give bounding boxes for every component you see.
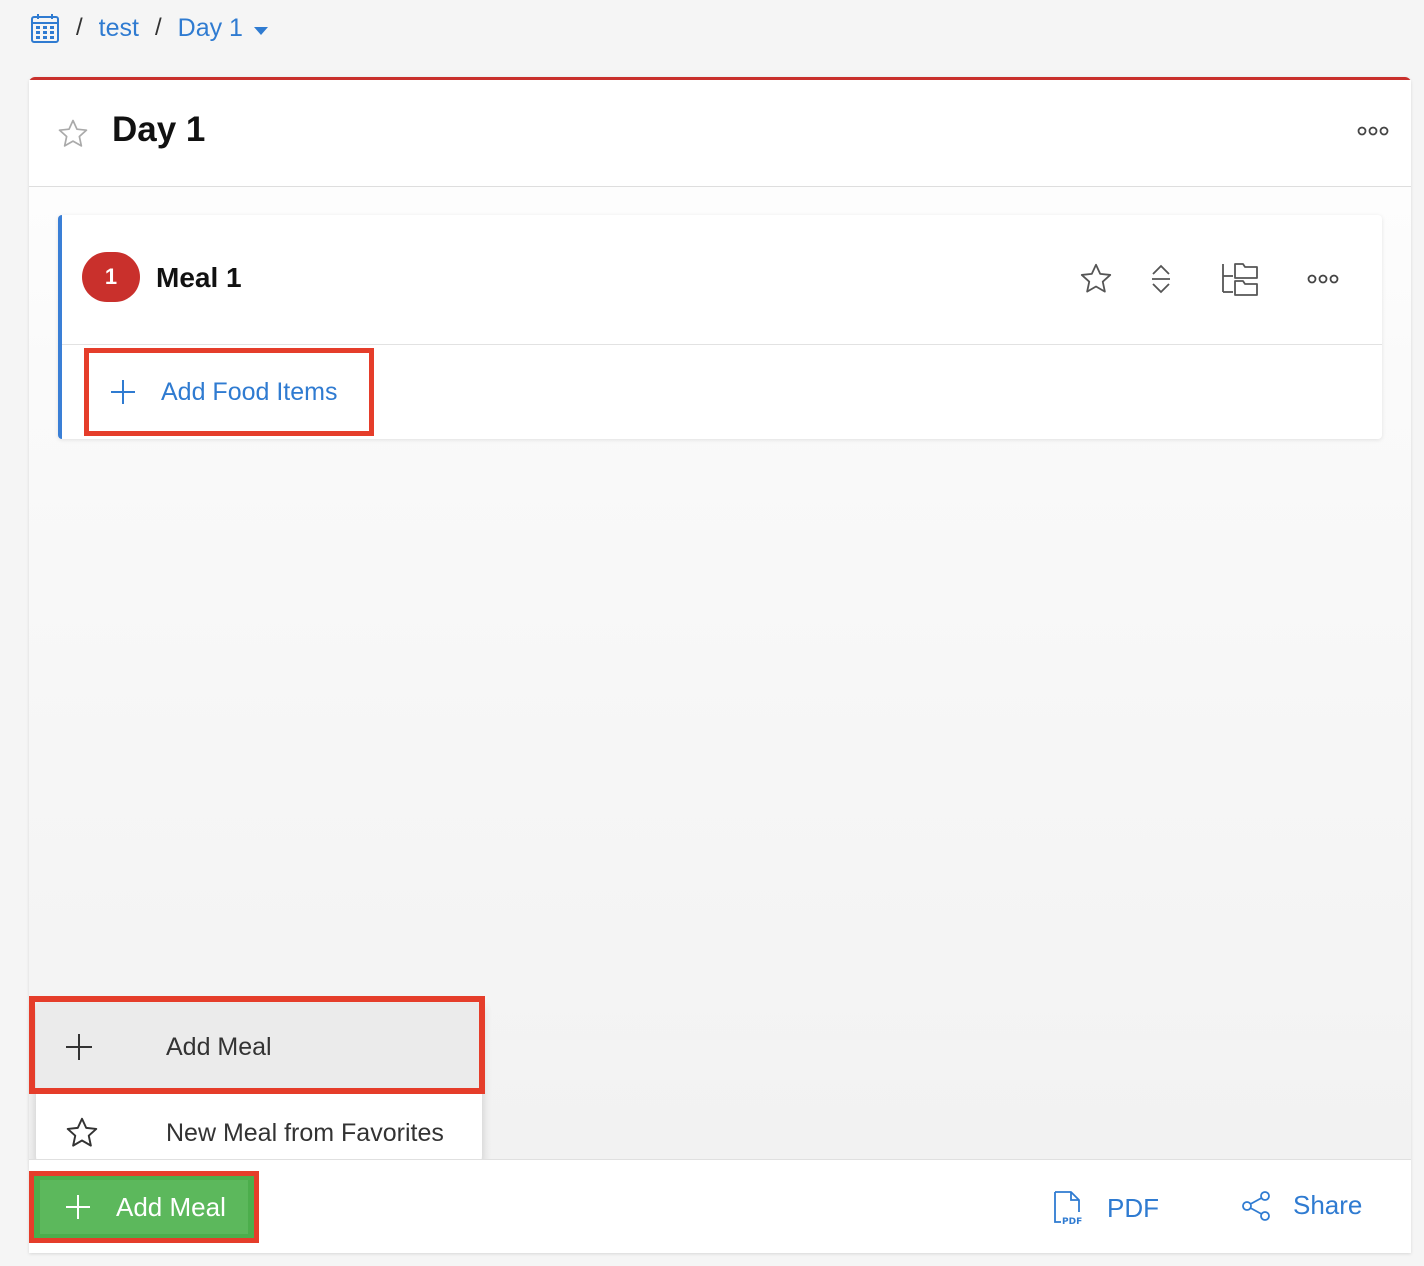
add-meal-button-fill: Add Meal bbox=[40, 1180, 248, 1234]
meal-header: 1 Meal 1 bbox=[62, 215, 1382, 345]
pdf-button[interactable]: PDF PDF bbox=[1051, 1190, 1159, 1226]
add-meal-menu: Add Meal New Meal from Favorites bbox=[36, 1004, 482, 1174]
share-icon bbox=[1241, 1190, 1271, 1221]
menu-item-add-meal[interactable]: Add Meal bbox=[36, 1004, 482, 1090]
add-food-items-button[interactable]: Add Food Items bbox=[84, 348, 374, 436]
meal-number-badge: 1 bbox=[82, 252, 140, 302]
share-button[interactable]: Share bbox=[1241, 1190, 1362, 1221]
meal-panel: 1 Meal 1 Add Food Items bbox=[58, 215, 1382, 439]
breadcrumb-separator: / bbox=[154, 14, 162, 41]
more-options-icon[interactable] bbox=[1357, 124, 1389, 142]
breadcrumb-separator: / bbox=[76, 14, 83, 41]
breadcrumb: / test / Day 1 bbox=[30, 10, 269, 46]
breadcrumb-project-link[interactable]: test bbox=[99, 14, 139, 43]
svg-text:PDF: PDF bbox=[1062, 1217, 1082, 1226]
caret-down-icon[interactable] bbox=[253, 26, 269, 36]
day-header: Day 1 bbox=[29, 80, 1411, 187]
pdf-label: PDF bbox=[1107, 1192, 1159, 1223]
add-meal-label: Add Meal bbox=[116, 1191, 226, 1222]
add-food-items-label: Add Food Items bbox=[161, 377, 338, 406]
page-title: Day 1 bbox=[112, 110, 206, 149]
calendar-icon[interactable] bbox=[30, 12, 60, 44]
share-label: Share bbox=[1293, 1190, 1363, 1220]
pdf-file-icon: PDF bbox=[1051, 1190, 1085, 1226]
move-to-folder-icon[interactable] bbox=[1220, 259, 1260, 299]
menu-item-label: New Meal from Favorites bbox=[166, 1118, 444, 1147]
plus-icon bbox=[64, 1193, 92, 1221]
star-icon bbox=[64, 1115, 100, 1151]
add-meal-button[interactable]: Add Meal bbox=[29, 1171, 259, 1243]
plus-icon bbox=[64, 1032, 94, 1062]
menu-item-label: Add Meal bbox=[166, 1032, 272, 1061]
meal-more-options-icon[interactable] bbox=[1306, 259, 1340, 299]
plus-icon bbox=[109, 378, 137, 406]
breadcrumb-day-link[interactable]: Day 1 bbox=[178, 14, 243, 43]
favorite-star-icon[interactable] bbox=[1076, 259, 1116, 299]
expand-collapse-icon[interactable] bbox=[1146, 259, 1176, 299]
meal-title: Meal 1 bbox=[156, 262, 242, 293]
favorite-star-icon[interactable] bbox=[56, 117, 90, 151]
footer-toolbar: Add Meal PDF PDF Share bbox=[29, 1159, 1411, 1253]
